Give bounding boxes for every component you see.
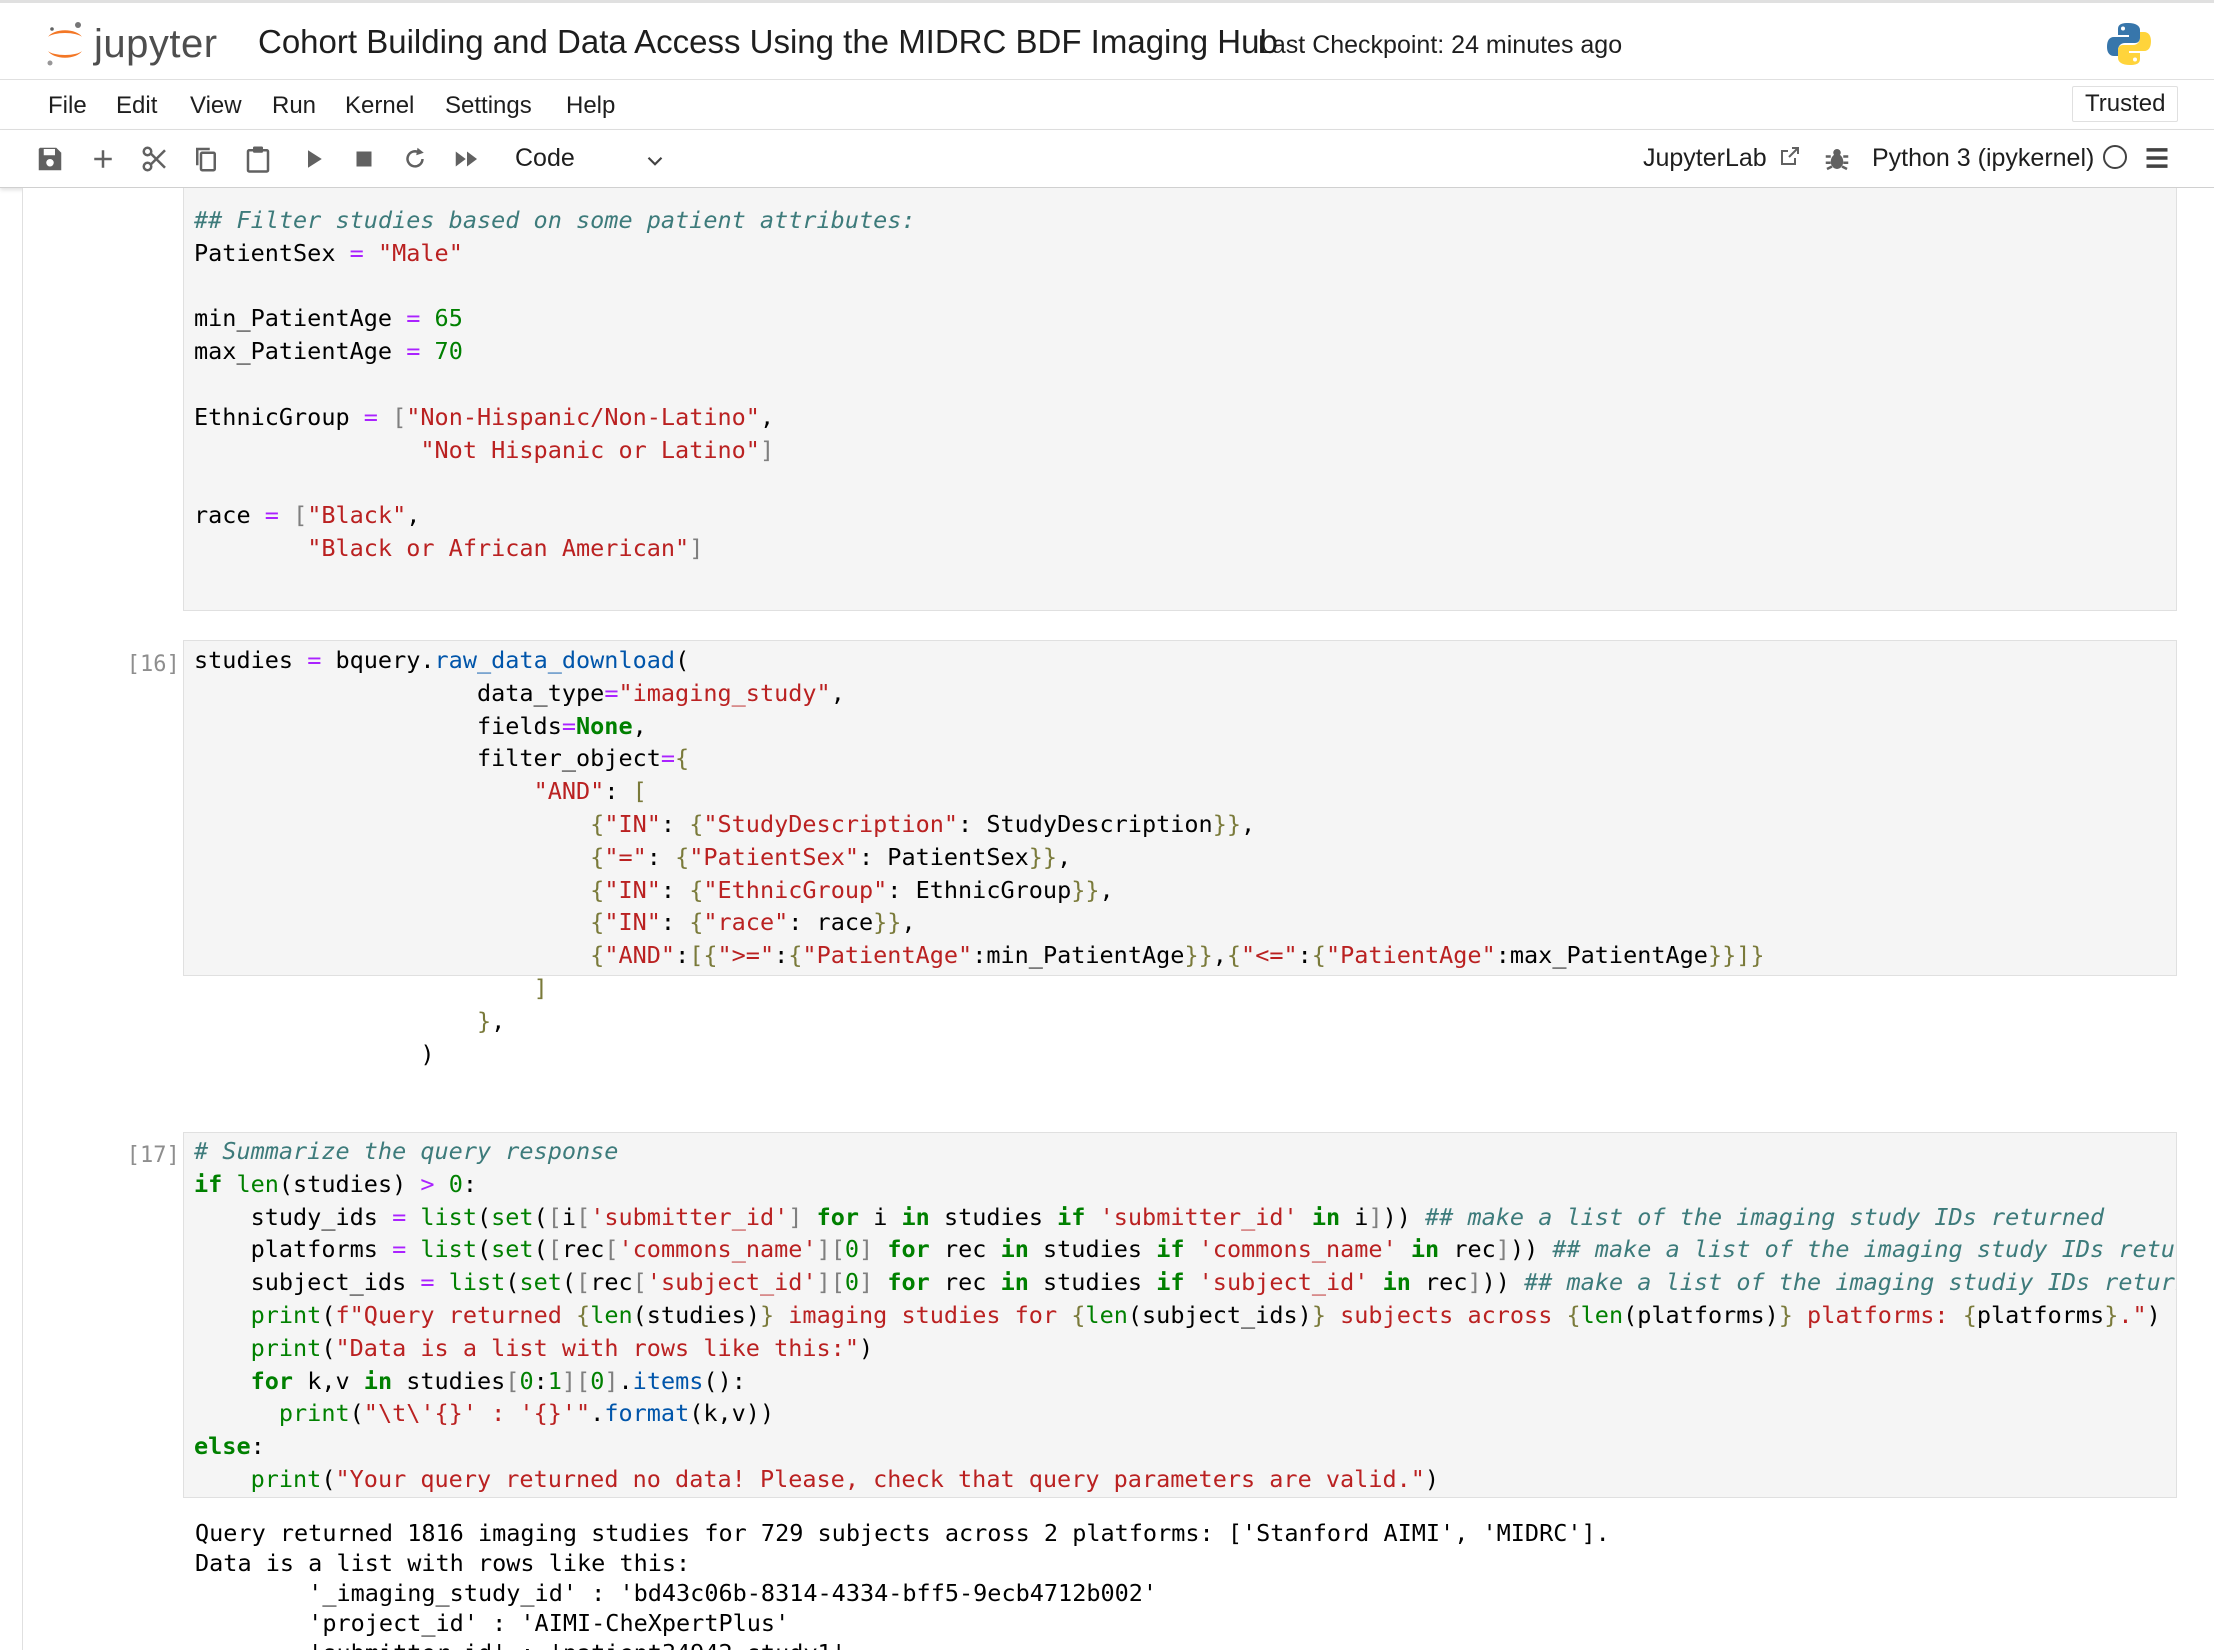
cell-output: Query returned 1816 imaging studies for …: [195, 1518, 1610, 1650]
menu-edit[interactable]: Edit: [116, 92, 157, 120]
external-link-icon: [1780, 147, 1799, 165]
output-line: 'submitter_id' : 'patient34942_study1': [195, 1639, 846, 1650]
menu-file[interactable]: File: [48, 92, 87, 120]
debugger-bug-icon[interactable]: [1822, 144, 1852, 174]
code-editor[interactable]: ## Filter studies based on some patient …: [184, 188, 2176, 565]
notebook-toolbar: Code JupyterLab Python 3 (ipykernel): [0, 130, 2214, 188]
jupyter-logo-icon: [47, 22, 82, 66]
trusted-indicator[interactable]: Trusted: [2072, 86, 2179, 122]
kernel-status-idle-icon: [2103, 145, 2127, 169]
chevron-down-icon[interactable]: [642, 148, 668, 174]
output-line: '_imaging_study_id' : 'bd43c06b-8314-433…: [195, 1579, 1158, 1607]
notebook-panel: ## Filter studies based on some patient …: [22, 188, 2214, 1650]
notebook-title[interactable]: Cohort Building and Data Access Using th…: [258, 23, 1278, 61]
kernel-name[interactable]: Python 3 (ipykernel): [1872, 144, 2094, 173]
top-bar: jupyter Cohort Building and Data Access …: [0, 0, 2214, 80]
logo-text: jupyter: [94, 21, 218, 66]
last-checkpoint: Last Checkpoint: 24 minutes ago: [1258, 31, 1623, 59]
cut-icon[interactable]: [140, 144, 170, 174]
output-line: Query returned 1816 imaging studies for …: [195, 1519, 1610, 1547]
code-cell-query[interactable]: studies = bquery.raw_data_download( data…: [183, 640, 2177, 1068]
jupyter-logo[interactable]: jupyter: [44, 19, 218, 69]
cell-prompt: [17]:: [126, 1143, 193, 1168]
output-line: Data is a list with rows like this:: [195, 1549, 691, 1577]
menu-run[interactable]: Run: [272, 92, 316, 120]
python-logo-icon: [2106, 21, 2152, 72]
cell-prompt: [16]:: [126, 652, 193, 677]
cell-type-select[interactable]: Code: [515, 144, 575, 173]
save-icon[interactable]: [35, 144, 65, 174]
menu-view[interactable]: View: [190, 92, 242, 120]
add-icon[interactable]: [88, 144, 118, 174]
run-icon[interactable]: [298, 144, 328, 174]
menu-settings[interactable]: Settings: [445, 92, 532, 120]
paste-icon[interactable]: [243, 144, 273, 174]
menu-kernel[interactable]: Kernel: [345, 92, 414, 120]
code-editor[interactable]: studies = bquery.raw_data_download( data…: [184, 641, 2176, 1070]
fast-forward-icon[interactable]: [452, 144, 482, 174]
code-editor[interactable]: # Summarize the query response if len(st…: [184, 1133, 2176, 1496]
output-line: 'project_id' : 'AIMI-CheXpertPlus': [195, 1609, 790, 1637]
restart-icon[interactable]: [400, 144, 430, 174]
stop-icon[interactable]: [349, 144, 379, 174]
hamburger-menu-icon[interactable]: [2143, 144, 2171, 177]
code-cell-summary[interactable]: # Summarize the query response if len(st…: [183, 1132, 2177, 1498]
jupyterlab-label: JupyterLab: [1643, 144, 1767, 172]
copy-icon[interactable]: [191, 144, 221, 174]
menu-help[interactable]: Help: [566, 92, 615, 120]
open-jupyterlab-link[interactable]: JupyterLab: [1643, 144, 1802, 173]
menu-bar: File Edit View Run Kernel Settings Help …: [0, 80, 2214, 130]
code-cell-filters[interactable]: ## Filter studies based on some patient …: [183, 188, 2177, 611]
